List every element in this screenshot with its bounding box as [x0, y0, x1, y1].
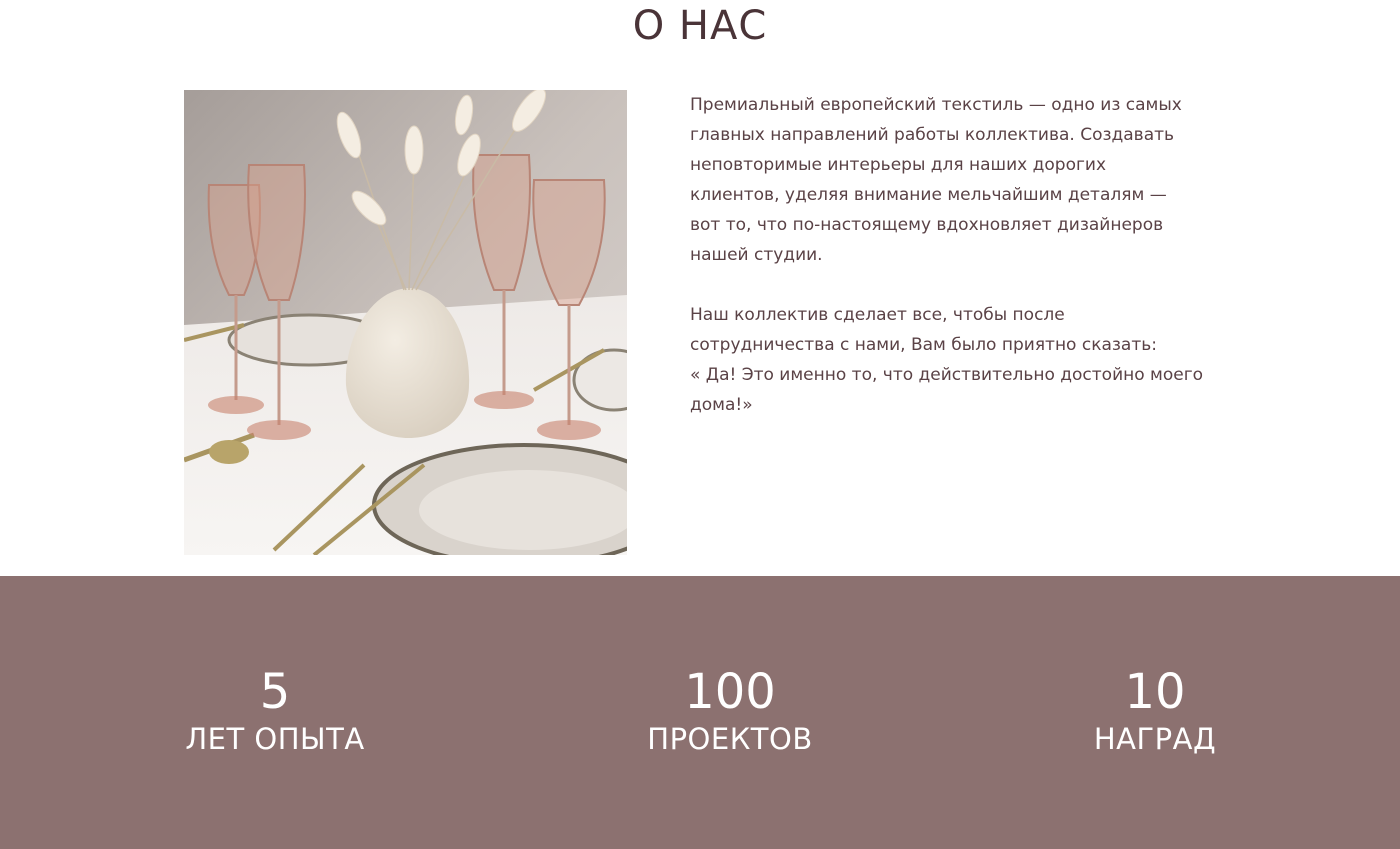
- stats-band: 5 ЛЕТ ОПЫТА 100 ПРОЕКТОВ 10 НАГРАД: [0, 576, 1400, 849]
- stat-value: 5: [259, 664, 291, 720]
- stat-experience: 5 ЛЕТ ОПЫТА: [150, 662, 400, 759]
- stat-label: НАГРАД: [1093, 722, 1217, 756]
- about-title: О НАС: [632, 3, 768, 49]
- about-paragraph-2: Наш коллектив сделает все, чтобы после с…: [690, 305, 1204, 415]
- stat-label: ЛЕТ ОПЫТА: [185, 722, 365, 756]
- stat-projects: 100 ПРОЕКТОВ: [600, 662, 860, 759]
- stat-value: 100: [684, 664, 776, 720]
- about-paragraph-1: Премиальный европейский текстиль — одно …: [690, 95, 1182, 265]
- stat-label: ПРОЕКТОВ: [647, 722, 813, 756]
- table-setting-photo: [184, 90, 627, 555]
- about-description: Премиальный европейский текстиль — одно …: [690, 90, 1230, 420]
- stat-awards: 10 НАГРАД: [1040, 662, 1270, 759]
- stat-value: 10: [1124, 664, 1186, 720]
